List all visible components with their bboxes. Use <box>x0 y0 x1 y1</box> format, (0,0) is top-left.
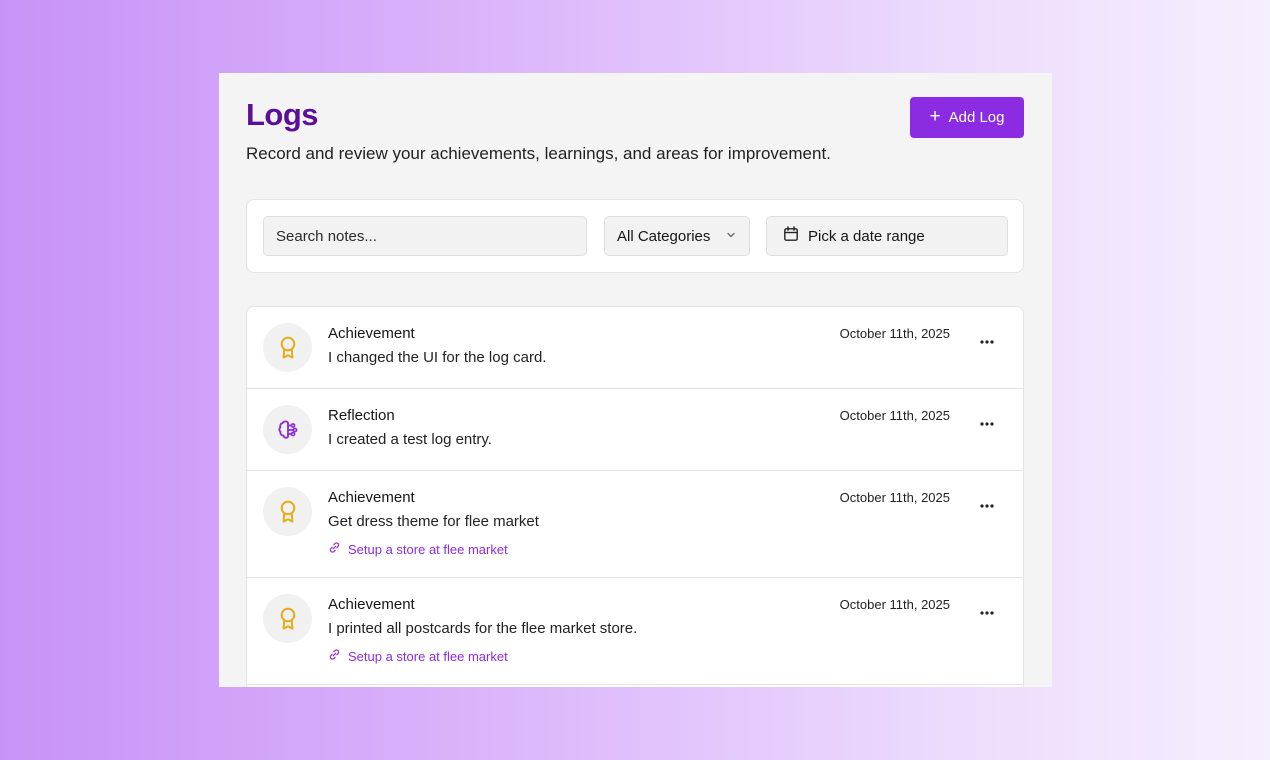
date-range-label: Pick a date range <box>808 227 925 245</box>
more-options-icon[interactable] <box>976 602 998 624</box>
award-icon <box>263 323 312 372</box>
brain-icon <box>263 405 312 454</box>
linked-goal-link[interactable]: Setup a store at flee market <box>328 648 508 664</box>
filter-bar: All Categories Pick a date range <box>246 199 1024 273</box>
page-title: Logs <box>246 97 319 132</box>
log-list: Achievement I changed the UI for the log … <box>246 306 1024 687</box>
log-date: October 11th, 2025 <box>839 326 950 341</box>
chevron-down-icon <box>725 228 737 245</box>
log-row[interactable]: Achievement Get dress theme for flee mark… <box>247 471 1023 578</box>
log-row[interactable]: Achievement I changed the UI for the log … <box>247 307 1023 389</box>
add-log-button[interactable]: + Add Log <box>910 97 1024 138</box>
log-date: October 11th, 2025 <box>839 490 950 505</box>
linked-goal-label: Setup a store at flee market <box>348 648 508 664</box>
search-input[interactable] <box>263 216 587 256</box>
more-options-icon[interactable] <box>976 495 998 517</box>
date-range-picker[interactable]: Pick a date range <box>766 216 1008 256</box>
log-row[interactable]: Achievement I printed all postcards for t… <box>247 578 1023 685</box>
log-category: Achievement <box>328 325 415 342</box>
more-options-icon[interactable] <box>976 331 998 353</box>
more-options-icon[interactable] <box>976 413 998 435</box>
log-row[interactable]: Reflection I created a test log entry. Oct… <box>247 389 1023 471</box>
log-row-partial <box>247 685 1023 687</box>
link-icon <box>328 648 341 664</box>
log-note: I created a test log entry. <box>328 431 492 448</box>
log-date: October 11th, 2025 <box>839 408 950 423</box>
award-icon <box>263 594 312 643</box>
calendar-icon <box>783 226 799 246</box>
log-category: Achievement <box>328 596 415 613</box>
log-note: Get dress theme for flee market <box>328 513 539 530</box>
linked-goal-label: Setup a store at flee market <box>348 541 508 557</box>
category-select-value: All Categories <box>617 227 711 245</box>
logs-panel: Logs Record and review your achievements… <box>219 73 1052 687</box>
log-note: I changed the UI for the log card. <box>328 349 547 366</box>
log-category: Reflection <box>328 407 395 424</box>
log-date: October 11th, 2025 <box>839 597 950 612</box>
category-select[interactable]: All Categories <box>604 216 750 256</box>
link-icon <box>328 541 341 557</box>
plus-icon: + <box>929 106 941 127</box>
log-note: I printed all postcards for the flee mar… <box>328 620 638 637</box>
award-icon <box>263 487 312 536</box>
log-category: Achievement <box>328 489 415 506</box>
linked-goal-link[interactable]: Setup a store at flee market <box>328 541 508 557</box>
add-log-label: Add Log <box>948 109 1005 126</box>
page-subtitle: Record and review your achievements, lea… <box>246 144 831 163</box>
